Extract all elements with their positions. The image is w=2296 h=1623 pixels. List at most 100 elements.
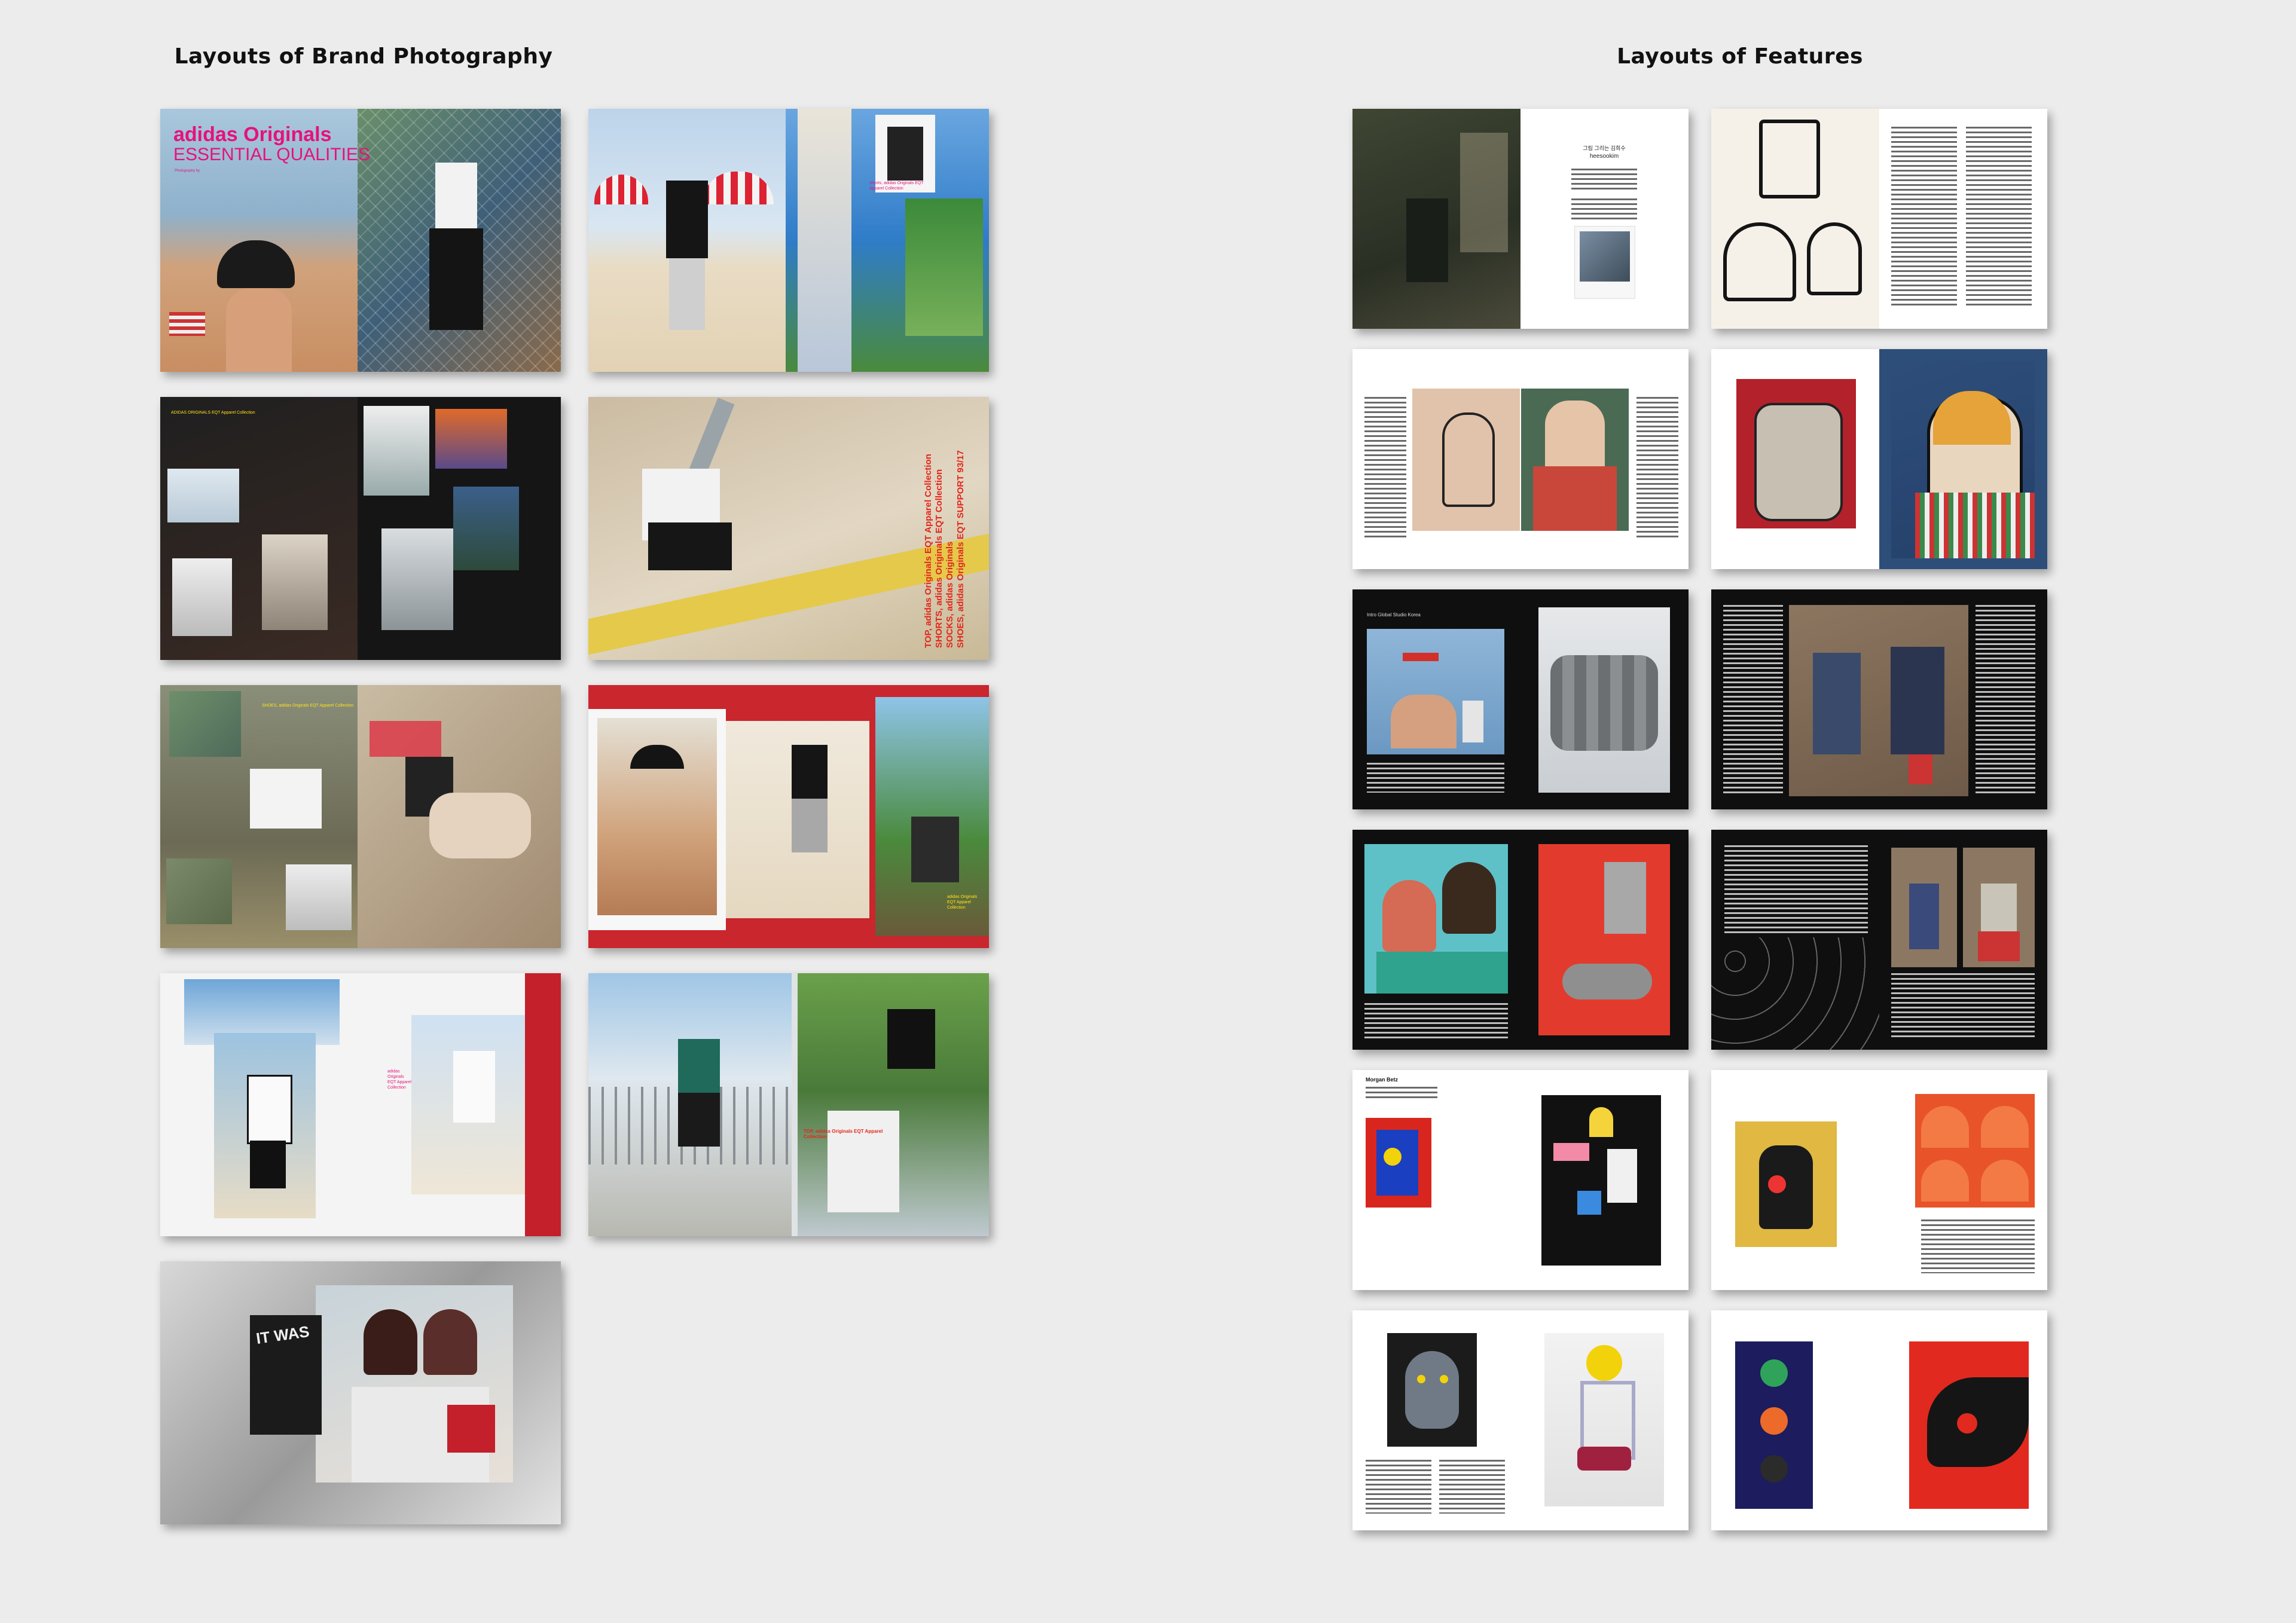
feature-7-red-figures — [1538, 844, 1670, 1035]
feature-1-korean-title: 그림 그리는 김희수 — [1583, 145, 1626, 151]
brand-spread-7[interactable]: adidas Originals EQT Apparel Collection — [160, 973, 561, 1236]
feature-12-red-black-painting — [1909, 1341, 2029, 1509]
caption-line-socks: SOCKS, adidas Originals — [945, 541, 955, 648]
feature-spread-11[interactable] — [1352, 1310, 1689, 1530]
feature-6-text-left — [1723, 605, 1783, 796]
brand-spread-1[interactable]: adidas Originals ESSENTIAL QUALITIES Pho… — [160, 109, 561, 372]
feature-4-right-page — [1879, 349, 2047, 569]
feature-spread-6[interactable] — [1711, 589, 2047, 809]
feature-7-right-page — [1521, 830, 1689, 1050]
photo-dark-collage-left — [160, 397, 358, 660]
feature-spread-10[interactable] — [1711, 1070, 2047, 1290]
feature-6-text-right — [1976, 605, 2035, 796]
feature-1-photo-page — [1352, 109, 1521, 329]
feature-spread-7[interactable] — [1352, 830, 1689, 1050]
feature-5-group-photo — [1538, 607, 1670, 793]
brand-spread-4[interactable]: TOP, adidas Originals EQT Apparel Collec… — [588, 397, 989, 660]
caption-eqt-apparel: adidas Originals EQT Apparel Collection — [947, 895, 978, 910]
feature-10-left-page — [1711, 1070, 1879, 1290]
feature-spread-4[interactable] — [1711, 349, 2047, 569]
feature-10-orange-domes — [1915, 1094, 2035, 1208]
photo-fence-woman — [358, 109, 561, 372]
photo-beach-man — [588, 109, 786, 372]
photo-sand-walker — [726, 721, 869, 918]
feature-8-figure-1 — [1891, 848, 1957, 967]
feature-9-left-page: Morgan Betz — [1352, 1070, 1521, 1290]
brand-spread-9[interactable]: IT WAS — [160, 1261, 561, 1524]
feature-spread-5[interactable]: Intro Global Studio Korea — [1352, 589, 1689, 809]
feature-8-molecule-drawing — [1711, 937, 1879, 1050]
photo-dark-collage-right — [358, 397, 561, 660]
feature-1-name: heesookim — [1589, 153, 1619, 160]
feature-5-figures-photo — [1367, 629, 1504, 754]
caption-eqt-apparel-7: adidas Originals EQT Apparel Collection — [387, 1069, 411, 1090]
feature-11-left-page — [1352, 1310, 1521, 1530]
feature-8-left-page — [1711, 830, 1879, 1050]
caption-line-shoes: SHOES, adidas Originals EQT SUPPORT 93/1… — [955, 450, 966, 648]
features-title: Layouts of Features — [1617, 44, 1863, 69]
feature-3-page — [1352, 349, 1689, 569]
feature-10-right-page — [1879, 1070, 2047, 1290]
feature-10-hand-painting — [1735, 1121, 1837, 1247]
feature-2-art-page — [1711, 109, 1879, 329]
feature-spread-2[interactable] — [1711, 109, 2047, 329]
photo-portrait-cap — [588, 709, 726, 930]
photo-reclining-woman — [358, 685, 561, 948]
feature-5-right-page — [1521, 589, 1689, 809]
photo-barricade-man — [588, 973, 792, 1236]
feature-11-face-painting — [1387, 1333, 1477, 1447]
feature-spread-8[interactable] — [1711, 830, 2047, 1050]
feature-1-polaroid — [1574, 226, 1635, 299]
brand-spread-6[interactable]: adidas Originals EQT Apparel Collection — [588, 685, 989, 948]
feature-9-black-collage-painting — [1541, 1095, 1661, 1266]
feature-2-face-drawing-2 — [1807, 222, 1862, 295]
photo-red-panel — [525, 973, 561, 1236]
photo-credit: Photography by — [175, 169, 200, 173]
feature-8-figure-2 — [1963, 848, 2035, 967]
feature-5-heading: Intro Global Studio Korea — [1367, 612, 1421, 618]
feature-9-right-page — [1521, 1070, 1689, 1290]
photo-man-white — [214, 1033, 316, 1218]
feature-2-jug-drawing — [1759, 120, 1820, 198]
headline-essential-qualities: ESSENTIAL QUALITIES — [173, 145, 370, 164]
caption-shorts: Shorts, adidas Originals EQT Apparel Col… — [869, 181, 924, 191]
feature-2-face-drawing-1 — [1723, 222, 1796, 301]
photo-woman-white — [411, 1015, 531, 1194]
feature-1-text-page: 그림 그리는 김희수 heesookim — [1521, 109, 1689, 329]
feature-3-woman-line-drawing — [1412, 389, 1520, 531]
caption-shoes: SHOES, adidas Originals EQT Apparel Coll… — [262, 704, 354, 708]
feature-spread-9[interactable]: Morgan Betz — [1352, 1070, 1689, 1290]
feature-7-two-men-painting — [1364, 844, 1508, 994]
caption-eqt-collection: ADIDAS ORIGINALS EQT Apparel Collection — [171, 411, 255, 415]
caption-top-8: TOP, adidas Originals EQT Apparel Collec… — [804, 1129, 883, 1139]
feature-12-left-page — [1711, 1310, 1879, 1530]
brand-spread-5[interactable]: SHOES, adidas Originals EQT Apparel Coll… — [160, 685, 561, 948]
feature-11-right-page — [1521, 1310, 1689, 1530]
photo-graffiti-collage — [160, 685, 358, 948]
feature-7-left-page — [1352, 830, 1521, 1050]
feature-spread-3[interactable] — [1352, 349, 1689, 569]
brand-spread-3[interactable]: ADIDAS ORIGINALS EQT Apparel Collection — [160, 397, 561, 660]
feature-4-embrace-painting — [1736, 379, 1856, 528]
feature-4-left-page — [1711, 349, 1879, 569]
feature-5-left-page: Intro Global Studio Korea — [1352, 589, 1521, 809]
feature-9-blue-red-painting — [1366, 1118, 1431, 1208]
brand-photography-title: Layouts of Brand Photography — [174, 44, 553, 69]
feature-spread-1[interactable]: 그림 그리는 김희수 heesookim — [1352, 109, 1689, 329]
feature-spread-12[interactable] — [1711, 1310, 2047, 1530]
feature-6-portrait-painting — [1789, 605, 1968, 796]
brand-name: adidas Originals — [173, 123, 332, 146]
feature-12-circles-painting — [1735, 1341, 1813, 1509]
feature-3-seated-figure — [1521, 389, 1629, 531]
caption-vertical-block: TOP, adidas Originals EQT Apparel Collec… — [923, 450, 966, 648]
caption-line-top: TOP, adidas Originals EQT Apparel Collec… — [923, 454, 933, 648]
feature-9-name: Morgan Betz — [1366, 1077, 1398, 1083]
feature-8-right-page — [1879, 830, 2047, 1050]
feature-11-chair-sculpture — [1544, 1333, 1664, 1506]
feature-2-text-page — [1879, 109, 2047, 329]
feature-4-face-painting — [1891, 361, 2035, 558]
photo-two-women — [316, 1285, 513, 1483]
brand-spread-2[interactable]: Shorts, adidas Originals EQT Apparel Col… — [588, 109, 989, 372]
caption-line-shorts: SHORTS, adidas Originals EQT Collection — [934, 469, 944, 648]
brand-spread-8[interactable]: TOP, adidas Originals EQT Apparel Collec… — [588, 973, 989, 1236]
